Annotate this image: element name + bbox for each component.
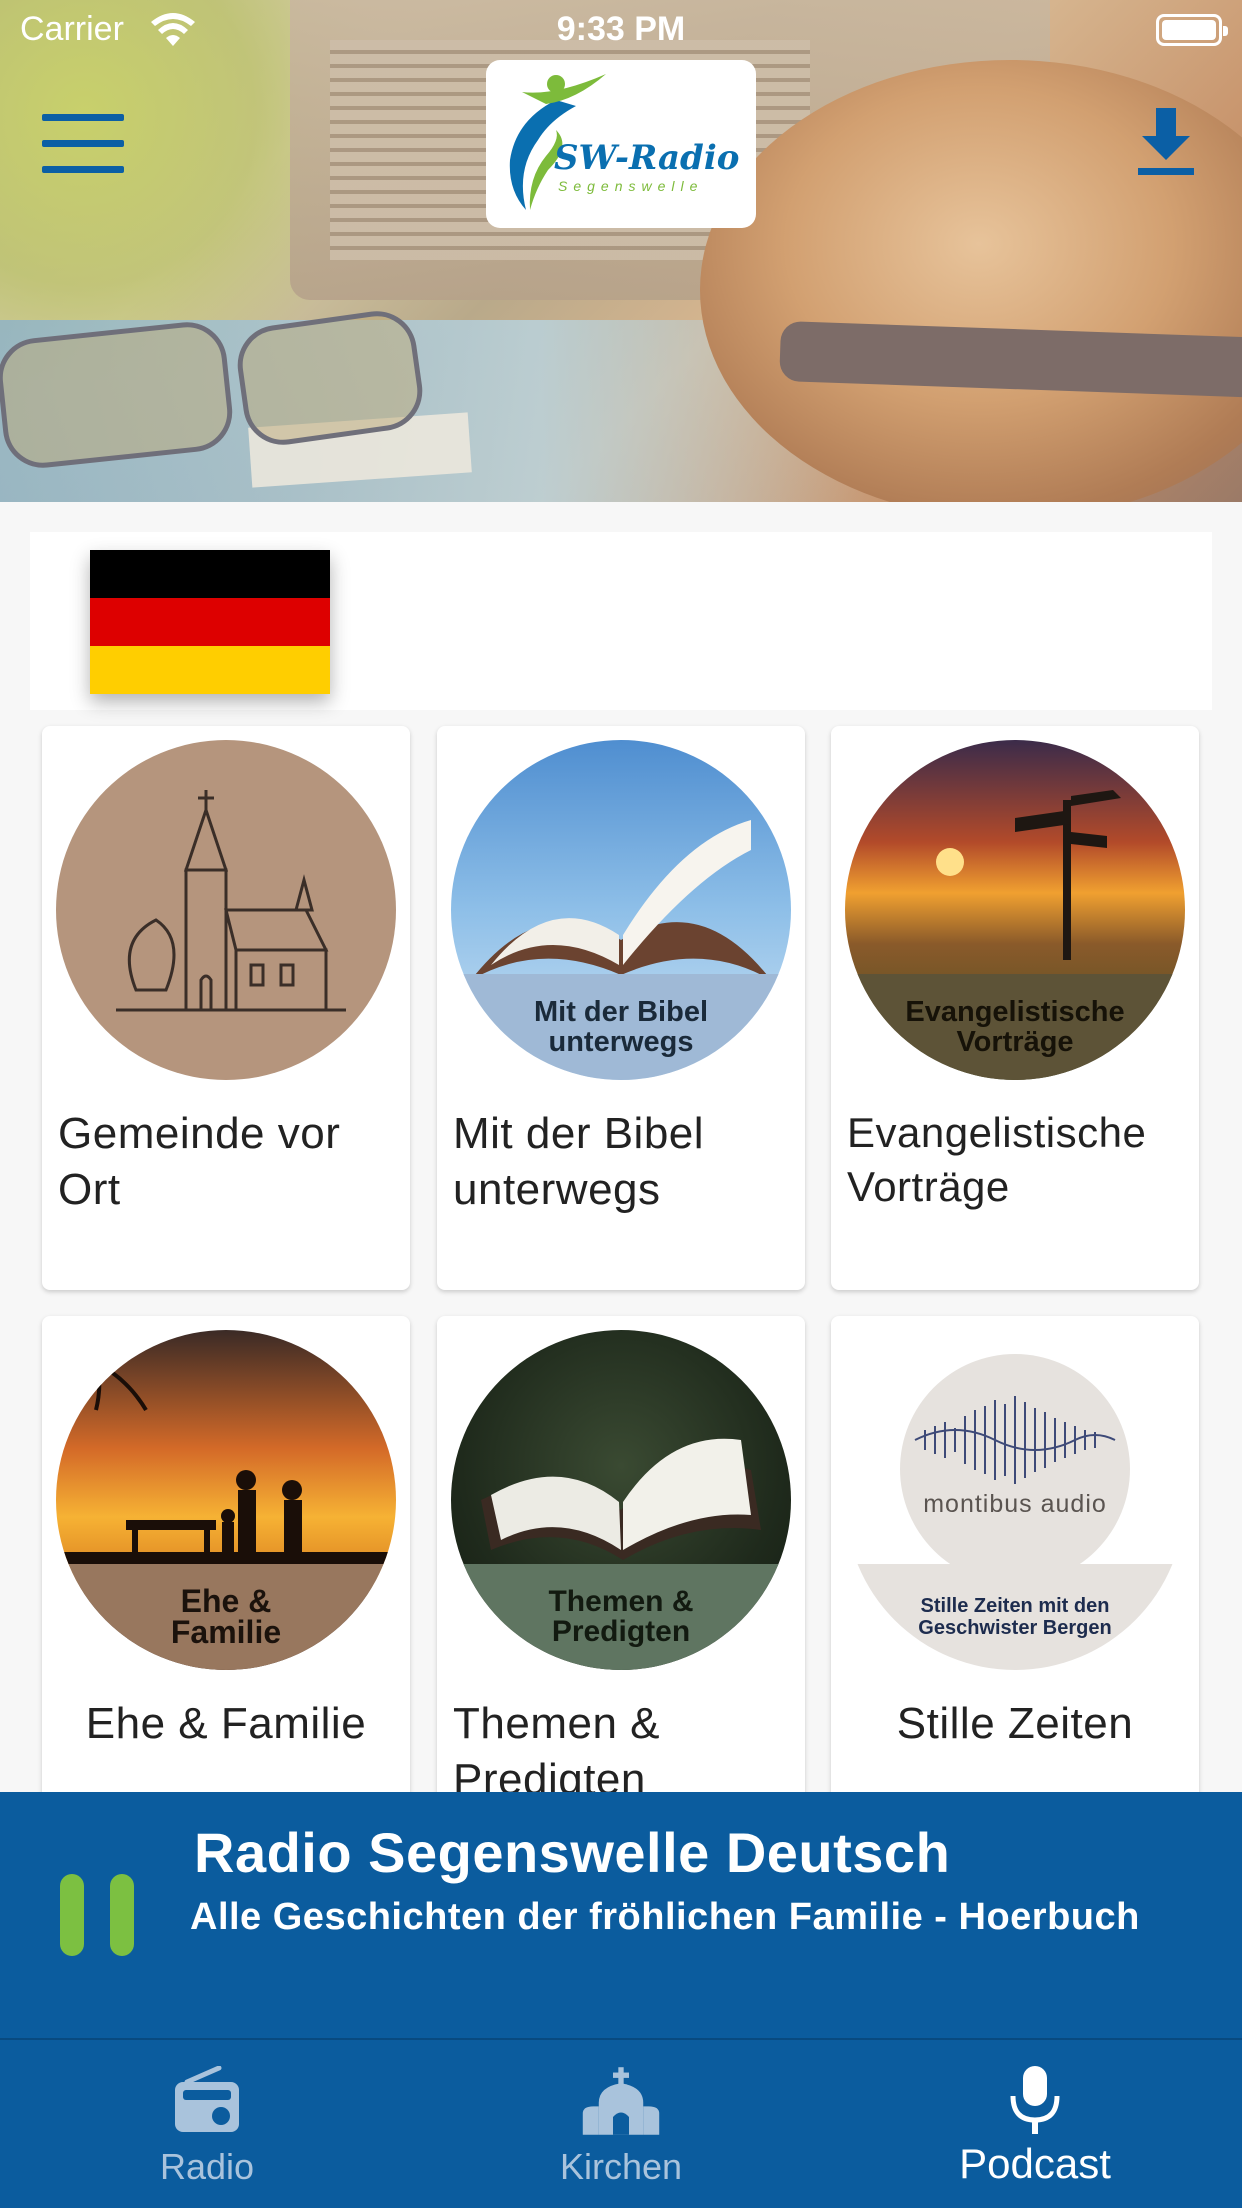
family-sunset-image: Ehe & Familie [56,1330,396,1670]
tab-kirchen[interactable]: Kirchen [414,2040,828,2208]
category-card-bibel[interactable]: Mit der Bibel unterwegs Mit der Bibel un… [437,726,805,1290]
tab-label: Radio [159,2146,255,2187]
download-icon[interactable] [1138,108,1194,176]
pause-icon[interactable] [60,1874,134,1956]
category-title: Mit der Bibel unterwegs [453,1109,705,1214]
category-card-stille-zeiten[interactable]: montibus audio Stille Zeiten mit den Ges… [831,1316,1199,1816]
category-card-ehe[interactable]: Ehe & Familie Ehe & Familie [42,1316,410,1816]
category-title: Stille Zeiten [896,1699,1134,1748]
category-title: Evangelistische Vorträge [847,1109,1147,1210]
category-card-evangelistische[interactable]: Evangelistische Vorträge Evangelistische… [831,726,1199,1290]
track-subtitle: Alle Geschichten der fröhlichen Familie … [190,1896,1140,1938]
category-card-themen[interactable]: Themen & Predigten Themen & Predigten [437,1316,805,1816]
badge-text: Evangelistische Vorträge [905,996,1125,1058]
category-title: Gemeinde vor Ort [58,1109,341,1214]
category-card-gemeinde[interactable]: Gemeinde vor Ort [42,726,410,1290]
badge-text: Mit der Bibel unterwegs [533,996,708,1058]
brand-text: montibus audio [923,1490,1107,1518]
clock: 9:33 PM [556,10,686,48]
badge-text: Stille Zeiten mit den Geschwister Bergen [918,1595,1112,1639]
microphone-icon [1010,2066,1060,2134]
tab-radio[interactable]: Radio [0,2040,414,2208]
germany-flag-icon[interactable] [90,550,330,694]
church-sketch-image [56,740,396,1080]
bible-in-hand-image: Mit der Bibel unterwegs [451,740,791,1080]
battery-icon [1156,14,1228,46]
badge-text: Themen & Predigten [548,1585,694,1648]
hamburger-menu-icon[interactable] [42,114,124,174]
category-title: Ehe & Familie [85,1699,367,1748]
now-playing-bar[interactable]: Radio Segenswelle Deutsch Alle Geschicht… [0,1792,1242,2038]
tab-label: Podcast [959,2140,1111,2187]
tab-label: Kirchen [559,2146,683,2187]
language-selector [30,532,1212,710]
logo-subtitle: Segenswelle [558,178,704,194]
church-icon [582,2067,660,2135]
status-bar: Carrier 9:33 PM [0,0,1242,60]
montibus-audio-image: montibus audio Stille Zeiten mit den Ges… [845,1330,1185,1670]
tab-podcast[interactable]: Podcast [828,2040,1242,2208]
signpost-sunset-image: Evangelistische Vorträge [845,740,1185,1080]
station-title: Radio Segenswelle Deutsch [194,1821,951,1884]
sw-radio-logo: SW-Radio Segenswelle [486,60,756,228]
open-bible-image: Themen & Predigten [451,1330,791,1670]
logo-title: SW-Radio [554,138,740,178]
tab-bar: Radio Kirchen Podcast [0,2038,1242,2208]
radio-icon [175,2066,239,2132]
badge-text: Ehe & Familie [170,1583,282,1650]
